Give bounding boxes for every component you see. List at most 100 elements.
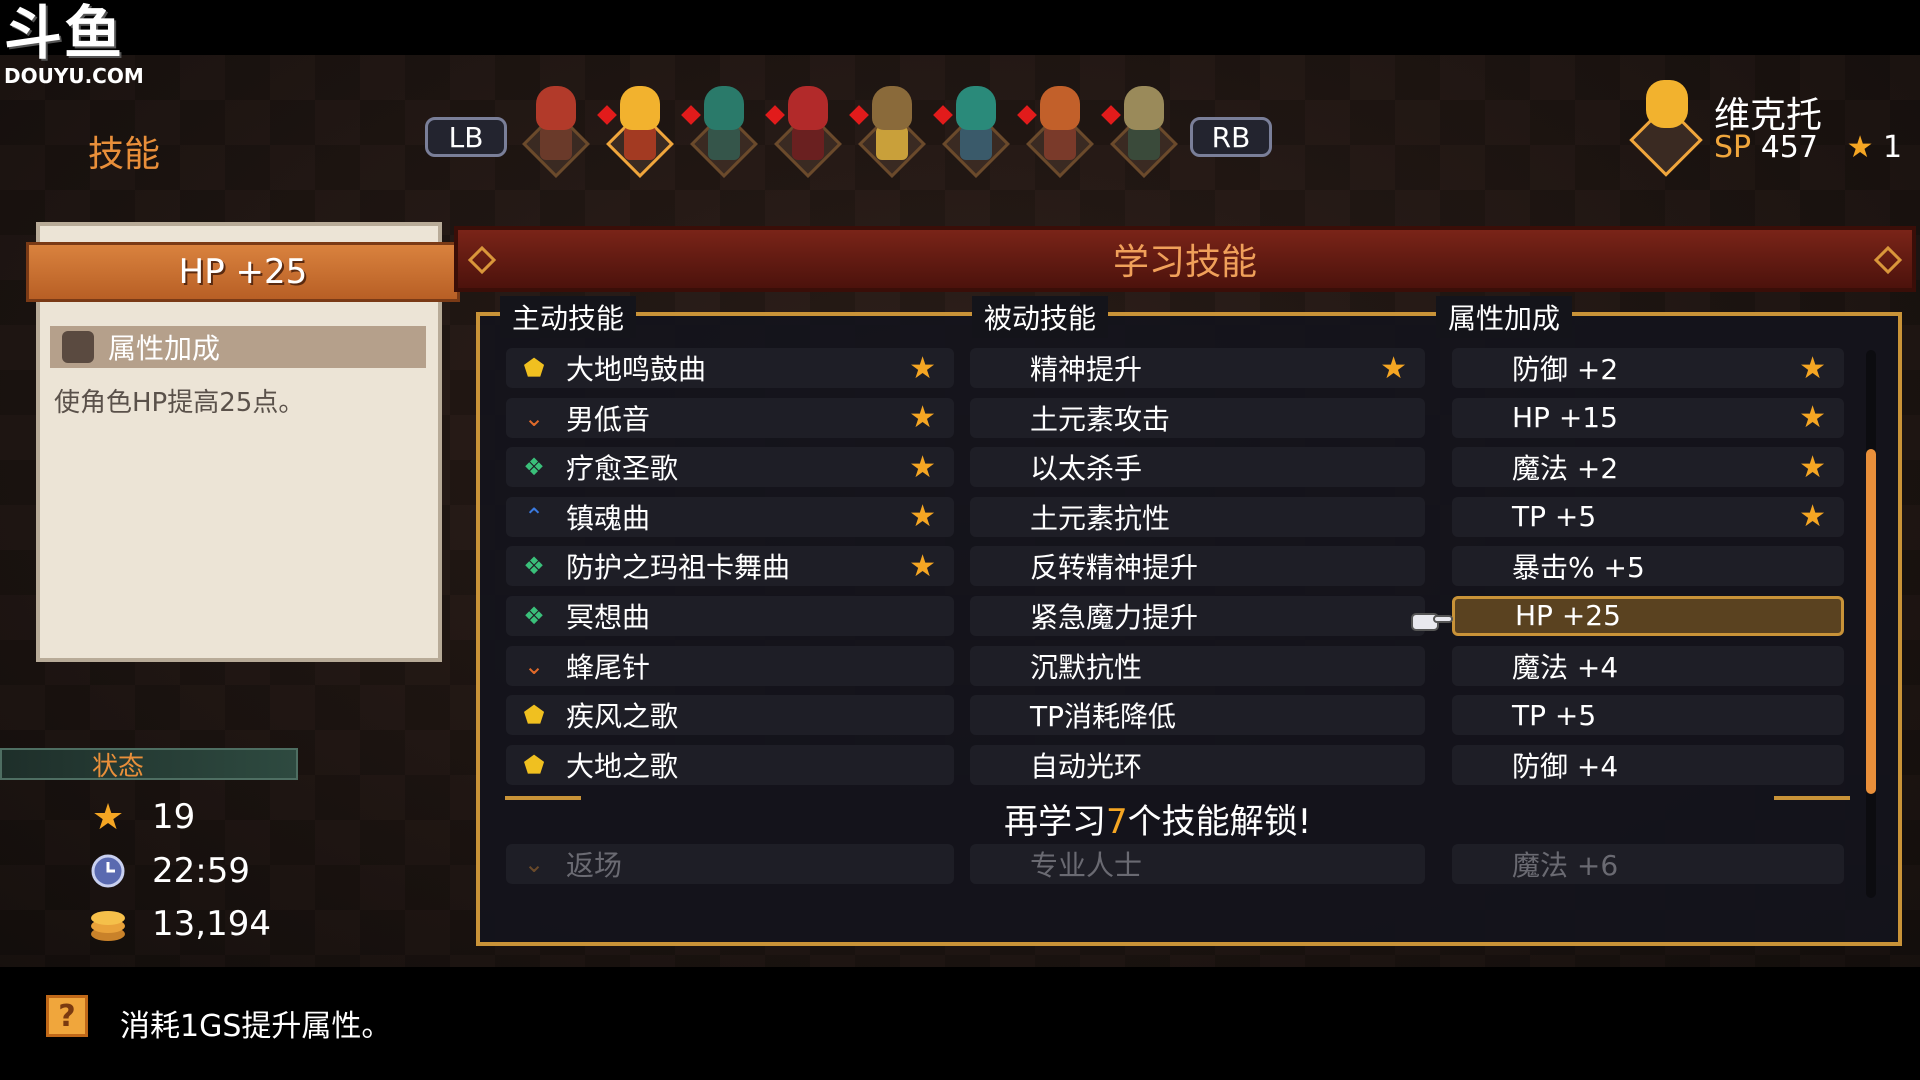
skill-row[interactable]: 防御 +4 <box>1452 744 1844 785</box>
party-bar <box>520 80 1180 178</box>
skill-row[interactable]: HP +25 <box>1452 595 1844 636</box>
skill-row[interactable]: ⬟ 大地鸣鼓曲 ★ <box>506 348 954 388</box>
party-member-7[interactable] <box>1017 80 1096 178</box>
party-member-3[interactable] <box>681 80 760 178</box>
skill-name: 暴击% +5 <box>1512 551 1645 585</box>
skill-row[interactable]: 防御 +2 ★ <box>1452 348 1844 388</box>
party-member-5[interactable] <box>849 80 928 178</box>
skill-name: 疗愈圣歌 <box>566 452 679 486</box>
party-member-4[interactable] <box>765 80 844 178</box>
skill-row[interactable]: TP +5 ★ <box>1452 496 1844 537</box>
blank-icon <box>982 650 1014 682</box>
skill-row-locked[interactable]: ⌄ 返场 <box>506 844 954 884</box>
footer-hint: 消耗1GS提升属性。 <box>120 1009 392 1044</box>
skill-row[interactable]: HP +15 ★ <box>1452 397 1844 438</box>
skill-scrollbar[interactable] <box>1866 350 1876 898</box>
alert-dot-icon <box>681 105 701 125</box>
status-header: 状态 <box>0 748 298 782</box>
party-member-1[interactable] <box>520 80 592 178</box>
skill-row[interactable]: 精神提升 ★ <box>970 348 1425 388</box>
skill-row[interactable]: ⌃ 镇魂曲 ★ <box>506 496 954 537</box>
skill-row[interactable]: 紧急魔力提升 <box>970 595 1425 636</box>
skill-name: 魔法 +4 <box>1512 650 1619 684</box>
character-info: 维克托 SP 457 ★ 1 <box>1628 80 1908 177</box>
skill-name: 土元素抗性 <box>1030 501 1171 535</box>
category-icon <box>62 331 94 363</box>
blank-icon <box>1464 402 1496 434</box>
skill-name: 专业人士 <box>1030 849 1143 882</box>
skill-row[interactable]: ❖ 防护之玛祖卡舞曲 ★ <box>506 546 954 587</box>
green-heal-icon: ❖ <box>523 601 545 630</box>
attribute-skill-list: 防御 +2 ★ HP +15 ★ 魔法 +2 ★ TP +5 ★ 暴击% +5 HP +25 魔法 … <box>1452 348 1844 794</box>
rb-button[interactable]: RB <box>1190 117 1272 157</box>
skill-row-locked[interactable]: 魔法 +6 <box>1452 844 1844 884</box>
unlock-message: 再学习7个技能解锁! <box>1004 794 1311 843</box>
blank-icon <box>982 550 1014 582</box>
orange-chevron-icon: ⌄ <box>523 850 545 878</box>
skill-name: 蜂尾针 <box>566 650 651 684</box>
skill-row-locked[interactable]: 专业人士 <box>970 844 1425 884</box>
banner-ornament-right <box>1873 245 1903 275</box>
learned-star-icon: ★ <box>909 499 936 535</box>
skill-row[interactable]: 自动光环 <box>970 744 1425 785</box>
skill-row[interactable]: 以太杀手 <box>970 447 1425 488</box>
party-member-6[interactable] <box>933 80 1012 178</box>
locked-passive-skill: 专业人士 <box>970 844 1425 894</box>
learned-star-icon: ★ <box>909 449 936 485</box>
skill-row[interactable]: 魔法 +4 <box>1452 645 1844 686</box>
learned-star-icon: ★ <box>1799 499 1826 535</box>
skill-name: TP消耗降低 <box>1030 700 1176 734</box>
footer-bar: ? 消耗1GS提升属性。 <box>0 967 1920 1080</box>
skill-row[interactable]: 暴击% +5 <box>1452 546 1844 587</box>
skill-row[interactable]: ⬟ 疾风之歌 <box>506 695 954 736</box>
gold-value: 13,194 <box>152 904 271 944</box>
yellow-shield-icon: ⬟ <box>523 701 545 730</box>
skill-row[interactable]: ⌄ 蜂尾针 <box>506 645 954 686</box>
scroll-thumb[interactable] <box>1866 448 1876 794</box>
skill-name: 疾风之歌 <box>566 700 679 734</box>
orange-chevron-icon: ⌄ <box>523 403 545 432</box>
learned-star-icon: ★ <box>909 400 936 436</box>
skill-row[interactable]: ❖ 疗愈圣歌 ★ <box>506 447 954 488</box>
blank-icon <box>982 699 1014 731</box>
status-time: 22:59 <box>88 851 250 891</box>
watermark-logo: 斗鱼 <box>4 0 125 67</box>
skill-row[interactable]: 沉默抗性 <box>970 645 1425 686</box>
blank-icon <box>982 451 1014 483</box>
learned-star-icon: ★ <box>1799 449 1826 485</box>
skill-name: 反转精神提升 <box>1030 551 1199 585</box>
skill-row[interactable]: TP消耗降低 <box>970 695 1425 736</box>
skill-name: 防护之玛祖卡舞曲 <box>566 551 791 585</box>
yellow-shield-icon: ⬟ <box>523 750 545 779</box>
skill-row[interactable]: 魔法 +2 ★ <box>1452 447 1844 488</box>
skill-name: 魔法 +2 <box>1512 452 1619 486</box>
skill-row[interactable]: ⬟ 大地之歌 <box>506 744 954 785</box>
skill-name: 防御 +4 <box>1512 749 1619 783</box>
info-category: 属性加成 <box>50 326 426 368</box>
skill-name: 自动光环 <box>1030 749 1143 783</box>
lb-button[interactable]: LB <box>425 117 507 157</box>
skill-row[interactable]: ⌄ 男低音 ★ <box>506 397 954 438</box>
banner-ornament-left <box>467 245 497 275</box>
skill-row[interactable]: ❖ 冥想曲 <box>506 595 954 636</box>
skill-name: 镇魂曲 <box>566 501 651 535</box>
learned-star-icon: ★ <box>1380 350 1407 386</box>
info-category-label: 属性加成 <box>108 332 221 365</box>
help-icon: ? <box>46 995 88 1037</box>
skill-row[interactable]: 土元素抗性 <box>970 496 1425 537</box>
skill-name: 土元素攻击 <box>1030 402 1171 436</box>
alert-dot-icon <box>849 105 869 125</box>
column-header-passive: 被动技能 <box>972 296 1109 338</box>
skill-name: 男低音 <box>566 402 651 436</box>
skill-row[interactable]: TP +5 <box>1452 695 1844 736</box>
alert-dot-icon <box>1101 105 1121 125</box>
blank-icon <box>982 749 1014 781</box>
party-member-8[interactable] <box>1101 80 1180 178</box>
sp-display: SP 457 ★ 1 <box>1714 130 1902 165</box>
unlock-prefix: 再学习 <box>1004 802 1106 842</box>
skill-name: 紧急魔力提升 <box>1030 600 1199 634</box>
skill-row[interactable]: 反转精神提升 <box>970 546 1425 587</box>
green-heal-icon: ❖ <box>523 552 545 581</box>
party-member-2[interactable] <box>597 80 676 178</box>
skill-row[interactable]: 土元素攻击 <box>970 397 1425 438</box>
